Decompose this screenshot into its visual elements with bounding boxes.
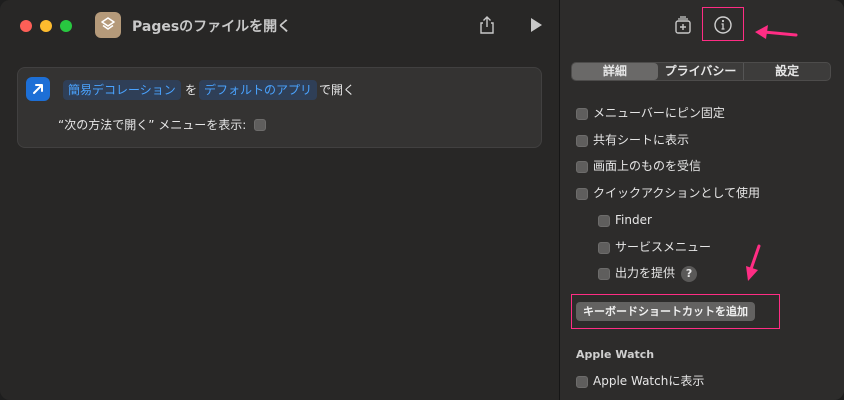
apple-watch-section-title: Apple Watch xyxy=(576,348,655,361)
checkbox[interactable] xyxy=(598,214,610,227)
open-file-action[interactable]: 簡易デコレーション を デフォルトのアプリ で開く “次の方法で開く” メニュー… xyxy=(17,67,542,148)
play-icon[interactable] xyxy=(529,17,543,33)
option-finder[interactable]: Finder xyxy=(598,212,652,228)
option-quick-action[interactable]: クイックアクションとして使用 xyxy=(576,185,760,201)
annotation-arrow-keyboard xyxy=(742,243,764,287)
checkbox[interactable] xyxy=(576,107,588,120)
checkbox[interactable] xyxy=(576,375,588,388)
action-text-wo: を xyxy=(185,83,198,97)
option-share-sheet[interactable]: 共有シートに表示 xyxy=(576,132,689,148)
info-icon[interactable] xyxy=(712,14,734,36)
zoom-window-button[interactable] xyxy=(60,20,72,32)
inspector-pane: 詳細 プライバシー 設定 メニューバーにピン固定 共有シートに表示 画面上のもの… xyxy=(559,0,844,400)
checkbox[interactable] xyxy=(576,187,588,200)
shortcuts-layers-icon[interactable] xyxy=(95,12,121,38)
checkbox[interactable] xyxy=(598,241,610,254)
option-provide-output[interactable]: 出力を提供? xyxy=(598,265,698,282)
option-label: サービスメニュー xyxy=(615,240,712,254)
checkbox[interactable] xyxy=(576,134,588,147)
open-arrow-icon xyxy=(26,77,50,101)
open-with-menu-label: “次の方法で開く” メニューを表示: xyxy=(58,118,247,132)
tab-privacy[interactable]: プライバシー xyxy=(658,63,744,80)
minimize-window-button[interactable] xyxy=(40,20,52,32)
checkbox[interactable] xyxy=(576,160,588,173)
help-icon[interactable]: ? xyxy=(681,265,698,282)
option-label: Finder xyxy=(615,213,652,227)
checkbox[interactable] xyxy=(598,267,610,280)
share-icon[interactable] xyxy=(477,15,497,35)
annotation-arrow-info xyxy=(752,22,800,48)
action-text-open: で開く xyxy=(319,83,356,97)
tab-settings[interactable]: 設定 xyxy=(743,63,830,80)
option-show-on-watch[interactable]: Apple Watchに表示 xyxy=(576,373,704,389)
option-label: 出力を提供 xyxy=(615,266,676,280)
option-label: Apple Watchに表示 xyxy=(593,374,705,388)
open-with-menu-checkbox[interactable] xyxy=(254,119,266,131)
option-pin-menubar[interactable]: メニューバーにピン固定 xyxy=(576,105,725,121)
option-services-menu[interactable]: サービスメニュー xyxy=(598,239,711,255)
option-receive-screen[interactable]: 画面上のものを受信 xyxy=(576,158,701,174)
app-token[interactable]: 簡易デコレーション xyxy=(63,80,181,100)
tab-details[interactable]: 詳細 xyxy=(572,63,658,80)
add-to-library-icon[interactable] xyxy=(672,16,694,36)
option-label: クイックアクションとして使用 xyxy=(593,186,761,200)
option-label: メニューバーにピン固定 xyxy=(593,106,725,120)
default-app-token[interactable]: デフォルトのアプリ xyxy=(199,80,318,100)
editor-pane: Pagesのファイルを開く 簡易デコレーション を デフォルトのアプリ で開く … xyxy=(0,0,559,400)
shortcut-editor-window: Pagesのファイルを開く 簡易デコレーション を デフォルトのアプリ で開く … xyxy=(0,0,844,400)
option-label: 共有シートに表示 xyxy=(593,133,690,147)
inspector-tabs: 詳細 プライバシー 設定 xyxy=(571,62,831,81)
add-keyboard-shortcut-button[interactable]: キーボードショートカットを追加 xyxy=(576,302,755,321)
option-label: 画面上のものを受信 xyxy=(593,159,702,173)
close-window-button[interactable] xyxy=(20,20,32,32)
shortcut-title[interactable]: Pagesのファイルを開く xyxy=(132,16,291,36)
